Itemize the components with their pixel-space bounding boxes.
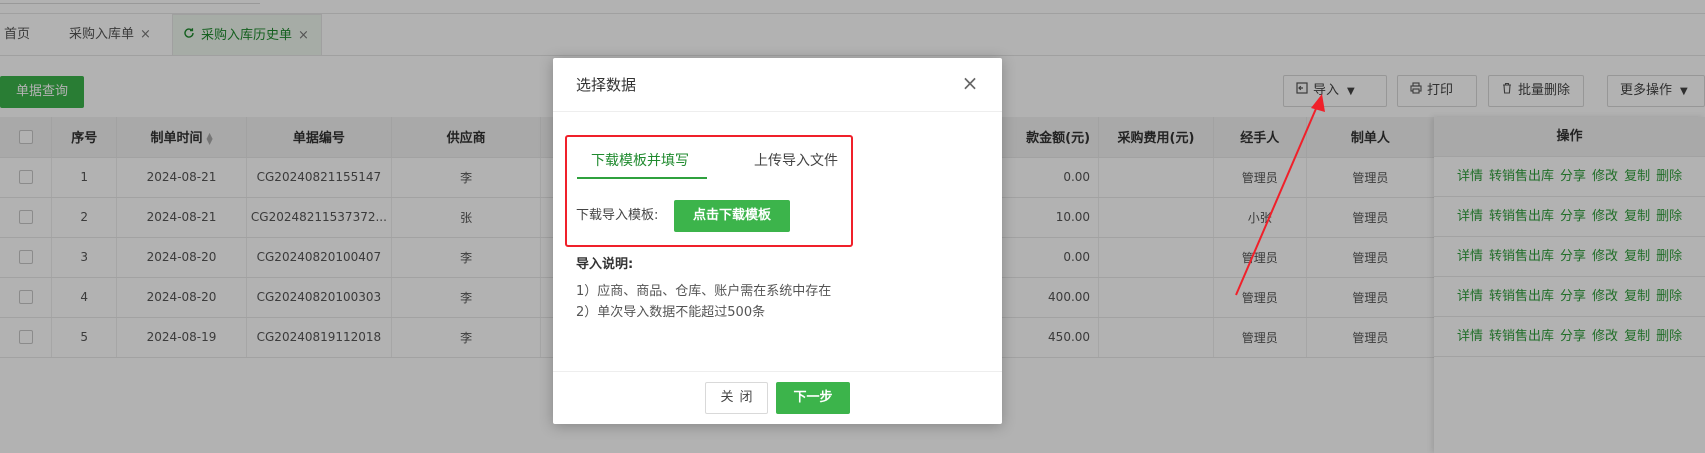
- import-notes-title: 导入说明:: [576, 257, 634, 272]
- close-icon[interactable]: ×: [958, 71, 982, 95]
- active-tab-indicator: [577, 177, 707, 179]
- download-template-button[interactable]: 点击下载模板: [674, 200, 790, 232]
- tab-upload-file[interactable]: 上传导入文件: [754, 150, 838, 170]
- next-step-button[interactable]: 下一步: [776, 382, 850, 414]
- download-template-label: 下载导入模板:: [576, 208, 659, 223]
- dialog-title: 选择数据: [553, 58, 1002, 112]
- dialog-footer-divider: [553, 371, 1002, 372]
- close-button[interactable]: 关闭: [705, 382, 768, 414]
- import-dialog: 选择数据 × 下载模板并填写 上传导入文件 下载导入模板: 点击下载模板 导入说…: [553, 58, 1002, 424]
- import-note-2: 2）单次导入数据不能超过500条: [576, 305, 766, 320]
- import-note-1: 1）应商、商品、仓库、账户需在系统中存在: [576, 284, 832, 299]
- tab-download-template[interactable]: 下载模板并填写: [591, 150, 689, 170]
